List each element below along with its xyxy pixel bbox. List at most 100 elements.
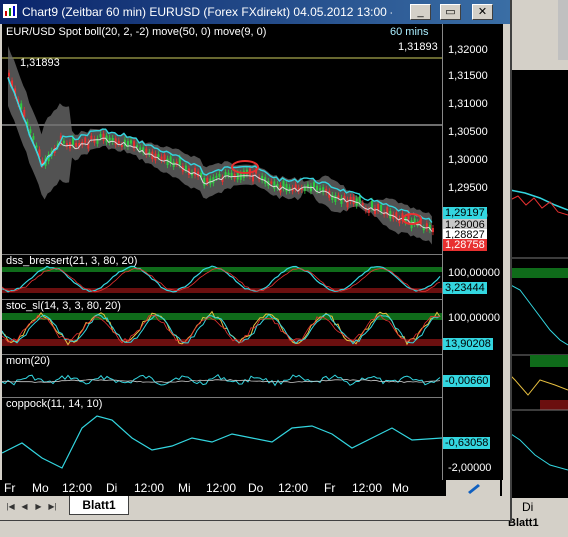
x-tick-label: Mo <box>392 481 409 495</box>
candle-body <box>242 170 245 178</box>
candle-body <box>8 72 10 77</box>
chart-app-icon <box>3 4 17 18</box>
first-sheet-icon[interactable]: |◀ <box>4 500 17 513</box>
candle-body <box>90 135 93 140</box>
price-y-tick: 1,32000 <box>448 44 488 56</box>
candle-body <box>102 133 105 141</box>
bg-sheet-tab[interactable]: Blatt1 <box>508 517 539 529</box>
price-legend: EUR/USD Spot boll(20, 2, -2) move(50, 0)… <box>6 26 267 38</box>
mom-label: mom(20) <box>6 355 51 367</box>
title-bar[interactable]: Chart9 (Zeitbar 60 min) EURUSD (Forex FX… <box>0 0 510 24</box>
candle-body <box>367 209 370 213</box>
price-chart <box>2 46 442 245</box>
mom-chart <box>1 373 441 387</box>
candle-body <box>99 134 102 138</box>
chart-window: Chart9 (Zeitbar 60 min) EURUSD (Forex FX… <box>0 0 512 521</box>
candle-body <box>62 140 65 144</box>
price-pane[interactable]: EUR/USD Spot boll(20, 2, -2) move(50, 0)… <box>2 24 442 255</box>
coppock-label: coppock(11, 14, 10) <box>6 398 103 410</box>
high-label-right: 1,31893 <box>398 41 438 53</box>
price-badge-ma: 1,29197 <box>443 207 487 219</box>
candle-body <box>218 173 221 177</box>
sheet-tab[interactable]: Blatt1 <box>69 496 129 515</box>
stoc-badge: 13,90208 <box>443 338 493 350</box>
candle-body <box>75 142 78 147</box>
last-sheet-icon[interactable]: ▶| <box>46 500 59 513</box>
x-tick-label: Fr <box>4 481 16 495</box>
candle-body <box>270 181 273 184</box>
candle-body <box>309 185 312 192</box>
stoc-pane[interactable]: stoc_sl(14, 3, 3, 80, 20) <box>1 300 442 355</box>
close-button[interactable]: ✕ <box>472 4 493 20</box>
stoc-y-tick: 100,00000 <box>448 312 500 324</box>
chart-tool-button[interactable] <box>446 480 500 496</box>
candle-body <box>303 187 306 191</box>
bg-x-label: Di <box>522 500 534 514</box>
price-badge-low: 1,28758 <box>443 239 487 251</box>
dss-label: dss_bressert(21, 3, 80, 20) <box>6 255 138 267</box>
next-sheet-icon[interactable]: ▶ <box>32 500 45 513</box>
minimize-button[interactable]: _ <box>410 4 431 20</box>
candle-body <box>370 200 373 209</box>
candle-body <box>130 140 132 144</box>
coppock-pane[interactable]: coppock(11, 14, 10) <box>1 398 443 480</box>
x-tick-label: 12:00 <box>62 481 93 495</box>
coppock-chart <box>1 415 443 469</box>
x-tick-label: 12:00 <box>278 481 309 495</box>
candle-body <box>224 172 227 176</box>
coppock-y-tick: -2,00000 <box>448 462 492 474</box>
candle-body <box>352 196 355 204</box>
stoc-label: stoc_sl(14, 3, 3, 80, 20) <box>6 300 121 312</box>
candle-body <box>84 137 87 143</box>
timeframe-label: 60 mins <box>390 26 429 38</box>
dss-y-tick: 100,00000 <box>448 267 500 279</box>
candle-body <box>285 184 288 192</box>
candle-body <box>431 227 434 233</box>
candle-body <box>374 207 376 214</box>
x-tick-label: 12:00 <box>134 481 165 495</box>
candle-body <box>166 158 169 166</box>
candle-body <box>184 165 187 170</box>
zone-band <box>2 288 442 293</box>
candle-body <box>93 138 96 143</box>
x-tick-label: 12:00 <box>352 481 383 495</box>
candle-body <box>194 167 197 176</box>
candle-body <box>120 144 123 147</box>
candle-body <box>206 177 209 184</box>
price-y-tick: 1,31000 <box>448 98 488 110</box>
maximize-button[interactable]: ▭ <box>440 4 461 20</box>
candle-body <box>215 175 218 179</box>
candle-body <box>117 140 120 144</box>
dss-badge: 3,23444 <box>443 282 487 294</box>
price-y-tick: 1,29500 <box>448 182 488 194</box>
high-label: 1,31893 <box>20 57 60 69</box>
x-tick-label: Mi <box>178 481 191 495</box>
candle-body <box>29 129 32 133</box>
candle-body <box>361 203 364 206</box>
candle-body <box>139 147 142 151</box>
x-tick-label: 12:00 <box>206 481 237 495</box>
candle-body <box>32 136 35 140</box>
price-y-tick: 1,31500 <box>448 70 488 82</box>
coppock-line <box>1 415 443 469</box>
candle-body <box>163 154 166 161</box>
price-y-tick: 1,30000 <box>448 154 488 166</box>
mom-pane[interactable]: mom(20) <box>1 355 442 398</box>
pencil-icon <box>468 484 480 494</box>
candle-body <box>227 172 230 176</box>
close-icon: ✕ <box>477 6 488 18</box>
sheet-tab-bar: |◀ ◀ ▶ ▶| Blatt1 <box>0 496 510 518</box>
dss-pane[interactable]: dss_bressert(21, 3, 80, 20) <box>1 255 442 300</box>
candle-body <box>178 157 181 166</box>
y-axis[interactable]: 1,32000 1,31500 1,31000 1,30500 1,30000 1,295… <box>442 24 503 480</box>
prev-sheet-icon[interactable]: ◀ <box>18 500 31 513</box>
chart-area[interactable]: EUR/USD Spot boll(20, 2, -2) move(50, 0)… <box>1 24 443 480</box>
candle-body <box>157 154 160 158</box>
candle-body <box>358 196 361 203</box>
candle-body <box>319 188 322 191</box>
x-axis[interactable]: Fr Mo 12:00 Di 12:00 Mi 12:00 Do 12:00 Fr 12:00 Mo <box>0 480 502 496</box>
candle-body <box>313 182 315 188</box>
minimize-icon: _ <box>417 6 424 18</box>
mom-badge: -0,00660 <box>443 375 491 387</box>
coppock-badge: -0,63058 <box>443 437 491 449</box>
